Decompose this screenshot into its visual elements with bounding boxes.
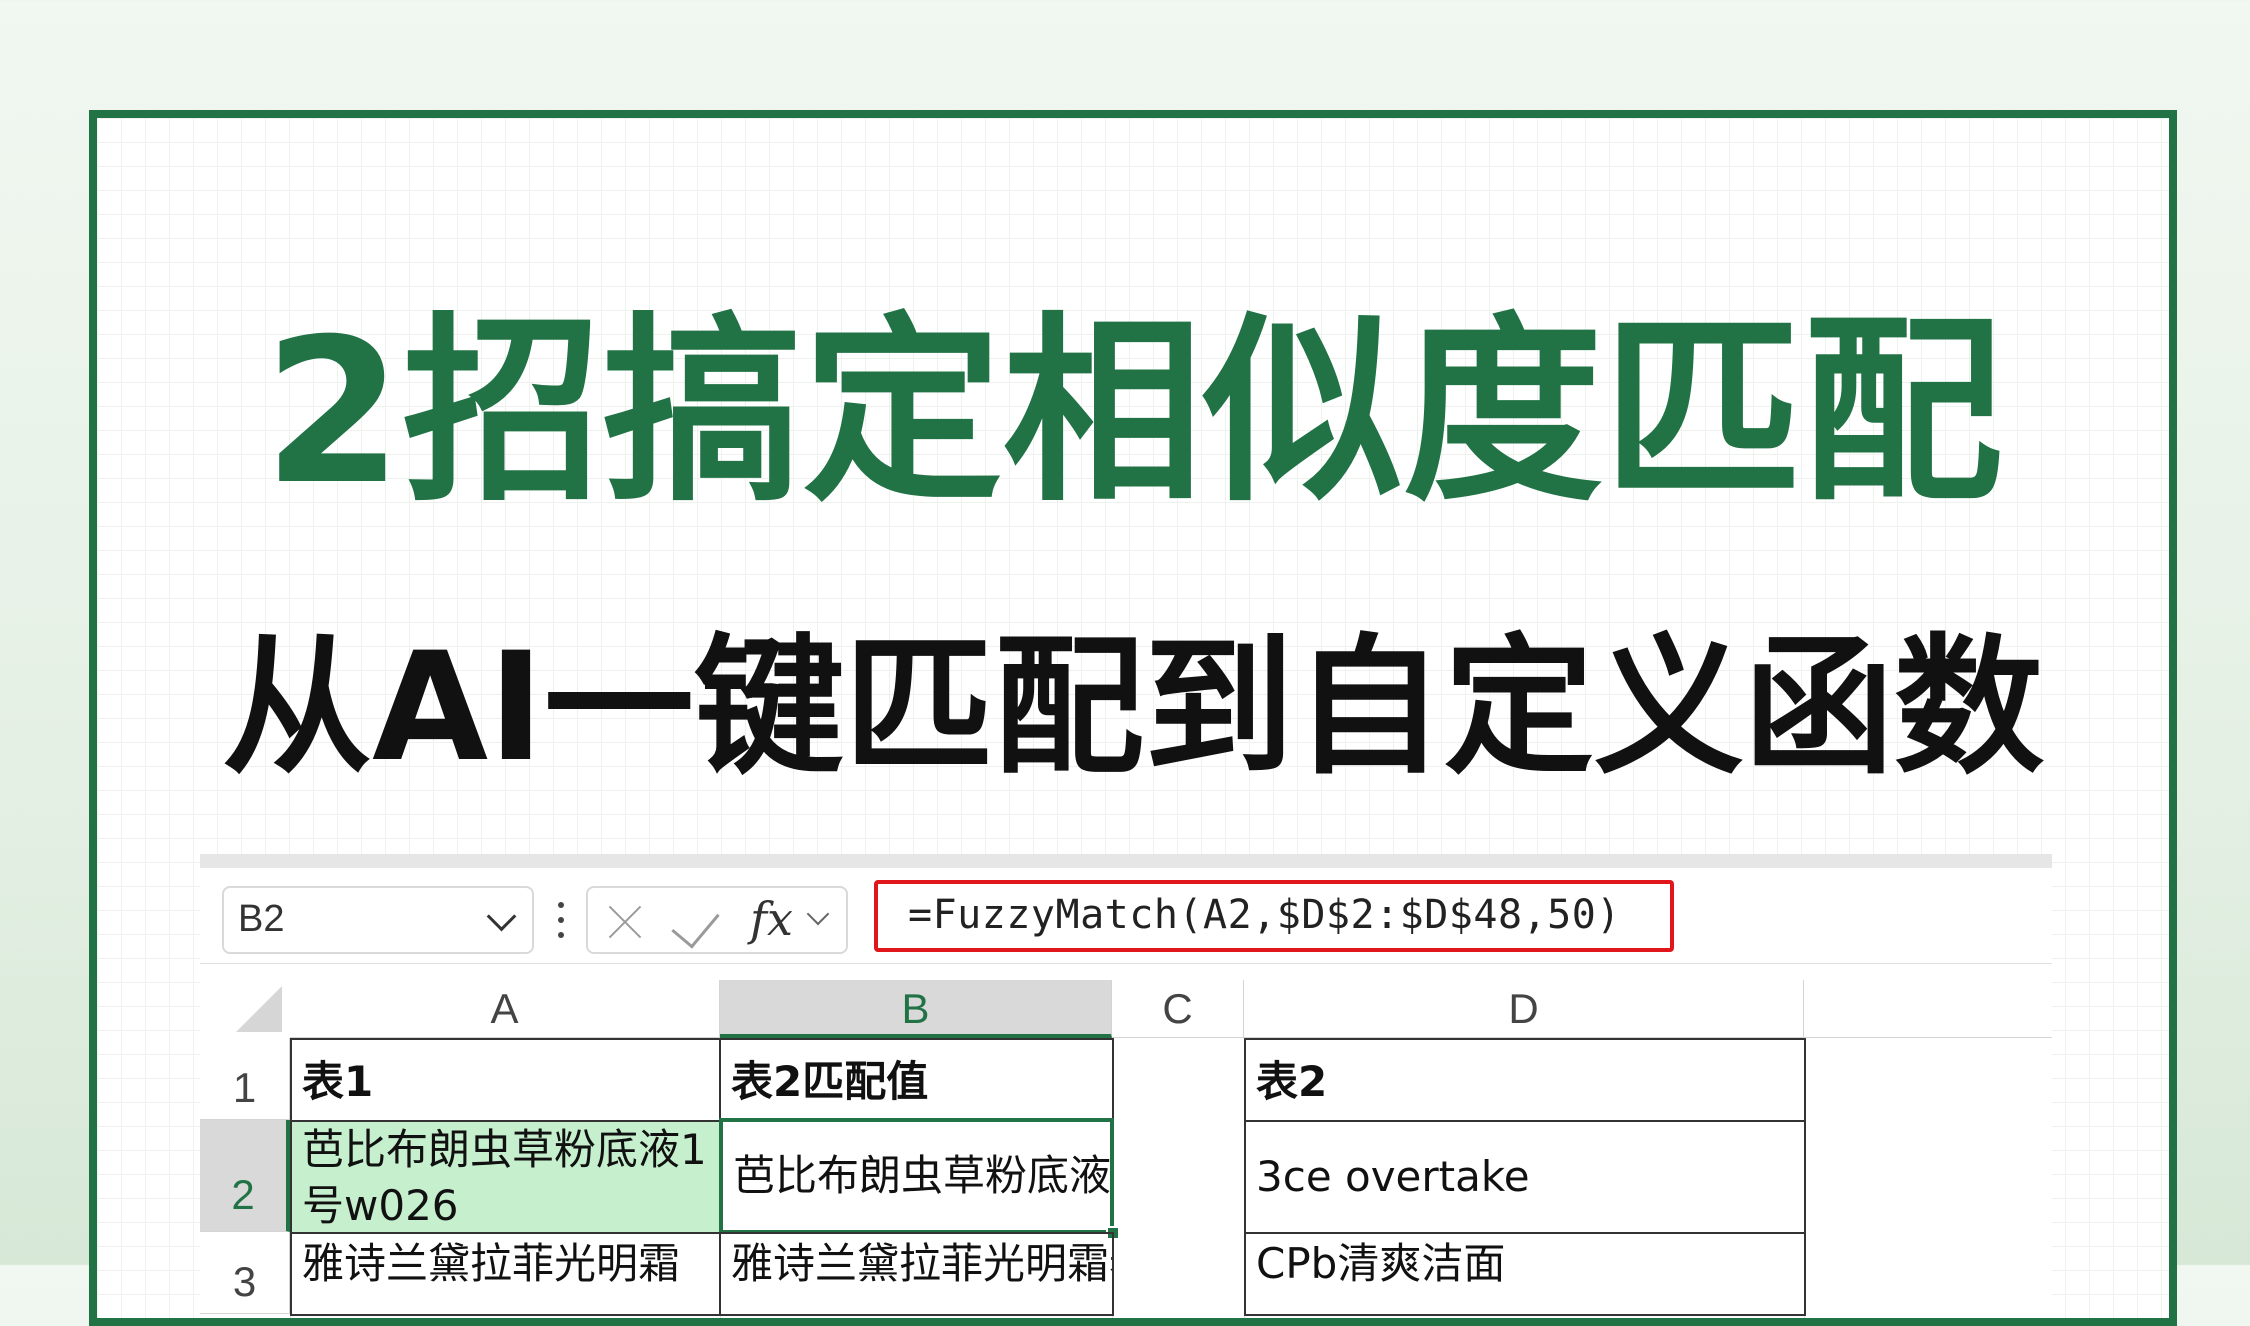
subtitle: 从AI一键匹配到自定义函数 — [222, 621, 2044, 795]
formula-input[interactable]: =FuzzyMatch(A2,$D$2:$D$48,50) — [874, 880, 1674, 952]
cell-grid: A B C D 1 2 3 表1 表2匹配值 表2 芭比布朗虫草粉底液1号w02… — [200, 980, 2052, 1318]
name-box[interactable]: B2 — [222, 886, 534, 954]
column-header-c[interactable]: C — [1112, 980, 1244, 1038]
select-all-corner[interactable] — [200, 980, 290, 1038]
cell-a1[interactable]: 表1 — [290, 1038, 721, 1122]
cell-d3[interactable]: CPb清爽洁面 — [1244, 1232, 1806, 1316]
column-header-d[interactable]: D — [1244, 980, 1804, 1038]
column-header-e[interactable] — [1804, 980, 2052, 1038]
name-box-value: B2 — [238, 898, 285, 940]
cancel-icon[interactable] — [606, 902, 644, 940]
row-header-3[interactable]: 3 — [200, 1232, 290, 1314]
column-header-a[interactable]: A — [290, 980, 720, 1038]
cell-d2[interactable]: 3ce overtake — [1244, 1120, 1806, 1234]
cell-d1[interactable]: 表2 — [1244, 1038, 1806, 1122]
divider — [200, 963, 2052, 964]
column-header-b[interactable]: B — [720, 980, 1112, 1038]
main-title: 2招搞定相似度匹配 — [263, 296, 2003, 529]
formula-text: =FuzzyMatch(A2,$D$2:$D$48,50) — [908, 892, 1621, 938]
fx-icon[interactable]: fx — [750, 892, 793, 946]
select-all-icon — [236, 986, 282, 1032]
formula-bar: B2 fx =FuzzyMatch(A2,$D$2:$D$48,50) — [200, 868, 2052, 964]
spreadsheet-screenshot: B2 fx =FuzzyMatch(A2,$D$2:$D$48,50) A B … — [200, 854, 2052, 1318]
thumbnail-card: 2招搞定相似度匹配 从AI一键匹配到自定义函数 B2 fx =FuzzyMatc… — [89, 110, 2177, 1326]
chevron-down-icon[interactable] — [806, 902, 830, 926]
cell-a2[interactable]: 芭比布朗虫草粉底液1号w026 — [290, 1120, 721, 1234]
ribbon-edge — [200, 854, 2052, 868]
confirm-icon[interactable] — [671, 898, 720, 949]
row-header-2[interactable]: 2 — [200, 1120, 290, 1232]
cell-b3[interactable]: 雅诗兰黛拉菲光明霜老版 — [719, 1232, 1114, 1316]
more-vertical-icon[interactable] — [558, 898, 564, 942]
chevron-down-icon[interactable] — [486, 901, 517, 932]
cell-a3[interactable]: 雅诗兰黛拉菲光明霜 — [290, 1232, 721, 1316]
cell-b1[interactable]: 表2匹配值 — [719, 1038, 1114, 1122]
formula-actions: fx — [586, 886, 848, 954]
cell-b2[interactable]: 芭比布朗虫草粉底液W026 — [719, 1118, 1114, 1234]
row-header-1[interactable]: 1 — [200, 1038, 290, 1120]
